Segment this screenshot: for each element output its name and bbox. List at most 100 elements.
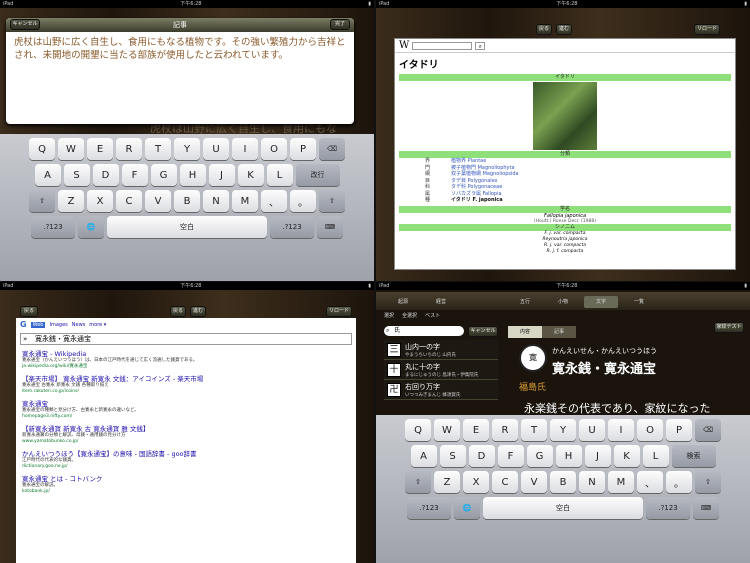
tab-content[interactable]: 内容 bbox=[508, 326, 542, 338]
tab-news[interactable]: News bbox=[72, 322, 86, 328]
key-z[interactable]: Z bbox=[434, 471, 460, 493]
key-w[interactable]: W bbox=[434, 419, 460, 441]
search-result[interactable]: 寛永通宝 - Wikipedia 寛永通宝（かんえいつうほう）は、日本の江戸時代を… bbox=[16, 347, 356, 372]
select-all-button[interactable]: 全選択 bbox=[402, 312, 417, 319]
key-a[interactable]: A bbox=[410, 445, 437, 467]
dismiss-keyboard-key[interactable]: ⌨ bbox=[317, 216, 343, 238]
tab-gogyo[interactable]: 五行 bbox=[508, 296, 542, 308]
key-q[interactable]: Q bbox=[405, 419, 431, 441]
key-y[interactable]: Y bbox=[550, 419, 576, 441]
key-comma[interactable]: 、 bbox=[261, 190, 287, 212]
cancel-button[interactable]: キャンセル bbox=[468, 326, 498, 337]
backspace-key[interactable]: ⌫ bbox=[319, 138, 345, 160]
search-result[interactable]: 【楽天市場】 寛永通宝 新寛永 文銭：アイコインズ - 楽天市場 寛永通宝 古寛永… bbox=[16, 372, 356, 397]
key-w[interactable]: W bbox=[58, 138, 84, 160]
space-key[interactable]: 空白 bbox=[107, 216, 267, 238]
shift-key[interactable]: ⇧ bbox=[405, 471, 431, 493]
back-button[interactable]: 戻る bbox=[536, 24, 552, 35]
numbers-key-right[interactable]: .?123 bbox=[646, 497, 690, 519]
key-b[interactable]: B bbox=[174, 190, 200, 212]
search-input[interactable]: 寛永銭・寛永通宝 » bbox=[20, 333, 352, 345]
key-h[interactable]: H bbox=[179, 164, 206, 186]
search-icon[interactable]: ⌕ bbox=[475, 41, 486, 50]
shift-key-right[interactable]: ⇧ bbox=[695, 471, 721, 493]
key-g[interactable]: G bbox=[526, 445, 553, 467]
backspace-key[interactable]: ⌫ bbox=[695, 419, 721, 441]
key-l[interactable]: L bbox=[642, 445, 669, 467]
tab-web[interactable]: Web bbox=[30, 321, 46, 328]
key-y[interactable]: Y bbox=[174, 138, 200, 160]
key-k[interactable]: K bbox=[237, 164, 264, 186]
key-period[interactable]: 。 bbox=[290, 190, 316, 212]
key-p[interactable]: P bbox=[666, 419, 692, 441]
key-h[interactable]: H bbox=[555, 445, 582, 467]
result-title[interactable]: 【新寛永通寳 新寛永 古 寛永通寳 雅 文銭】 bbox=[22, 425, 350, 433]
search-result[interactable]: かんえいつうほう【寛永通宝】の意味 - 国語辞書 - goo辞書 江戸時代の代表的… bbox=[16, 447, 356, 472]
key-p[interactable]: P bbox=[290, 138, 316, 160]
key-c[interactable]: C bbox=[116, 190, 142, 212]
key-n[interactable]: N bbox=[579, 471, 605, 493]
wiki-search-input[interactable] bbox=[412, 41, 473, 50]
key-l[interactable]: L bbox=[266, 164, 293, 186]
key-a[interactable]: A bbox=[34, 164, 61, 186]
list-item[interactable]: 卍右回り万字 いつつみぎまんじ 蜂須賀氏 bbox=[384, 380, 498, 400]
key-x[interactable]: X bbox=[87, 190, 113, 212]
back-button[interactable]: 戻る bbox=[170, 306, 186, 317]
tab-article[interactable]: 記事 bbox=[542, 326, 576, 338]
key-i[interactable]: I bbox=[232, 138, 258, 160]
key-q[interactable]: Q bbox=[29, 138, 55, 160]
key-u[interactable]: U bbox=[203, 138, 229, 160]
key-d[interactable]: D bbox=[92, 164, 119, 186]
key-period[interactable]: 。 bbox=[666, 471, 692, 493]
tab-more[interactable]: more ▾ bbox=[89, 322, 106, 328]
search-result[interactable]: 【新寛永通寳 新寛永 古 寛永通寳 雅 文銭】 新寛永通寳の分類と解説、母銭・通用… bbox=[16, 422, 356, 447]
kamon-search-input[interactable]: ⌕ 氏 bbox=[384, 326, 464, 336]
key-b[interactable]: B bbox=[550, 471, 576, 493]
tab-characters[interactable]: 文字 bbox=[584, 296, 618, 308]
key-c[interactable]: C bbox=[492, 471, 518, 493]
reload-button[interactable]: リロード bbox=[326, 306, 352, 317]
select-button[interactable]: 選択 bbox=[384, 312, 394, 319]
key-o[interactable]: O bbox=[261, 138, 287, 160]
numbers-key[interactable]: .?123 bbox=[407, 497, 451, 519]
key-n[interactable]: N bbox=[203, 190, 229, 212]
result-title[interactable]: かんえいつうほう【寛永通宝】の意味 - 国語辞書 - goo辞書 bbox=[22, 450, 350, 458]
dismiss-keyboard-key[interactable]: ⌨ bbox=[693, 497, 719, 519]
key-r[interactable]: R bbox=[492, 419, 518, 441]
key-j[interactable]: J bbox=[208, 164, 235, 186]
key-f[interactable]: F bbox=[497, 445, 524, 467]
result-title[interactable]: 寛永通宝 とは - コトバンク bbox=[22, 475, 350, 483]
tab-list[interactable]: 一覧 bbox=[622, 296, 656, 308]
search-result[interactable]: 寛永通宝 寛永通宝の種類と見分け方、古寛永と新寛永の違いなど。 homepage3.… bbox=[16, 397, 356, 422]
key-t[interactable]: T bbox=[521, 419, 547, 441]
key-e[interactable]: E bbox=[87, 138, 113, 160]
key-g[interactable]: G bbox=[150, 164, 177, 186]
key-i[interactable]: I bbox=[608, 419, 634, 441]
tab-items[interactable]: 小物 bbox=[546, 296, 580, 308]
search-key[interactable]: 検索 bbox=[671, 445, 716, 467]
key-r[interactable]: R bbox=[116, 138, 142, 160]
space-key[interactable]: 空白 bbox=[483, 497, 643, 519]
key-f[interactable]: F bbox=[121, 164, 148, 186]
list-item[interactable]: 三山内一の字 やまうちいちのじ 山内氏 bbox=[384, 340, 498, 360]
key-v[interactable]: V bbox=[145, 190, 171, 212]
kamon-test-button[interactable]: 家紋テスト bbox=[714, 322, 744, 333]
globe-key[interactable]: 🌐 bbox=[454, 497, 480, 519]
list-item[interactable]: 十丸に十の字 まるにじゅうのじ 島津氏・伊集院氏 bbox=[384, 360, 498, 380]
key-e[interactable]: E bbox=[463, 419, 489, 441]
shift-key-right[interactable]: ⇧ bbox=[319, 190, 345, 212]
tab-images[interactable]: Images bbox=[49, 322, 67, 328]
result-title[interactable]: 寛永通宝 - Wikipedia bbox=[22, 350, 350, 358]
key-z[interactable]: Z bbox=[58, 190, 84, 212]
note-text-area[interactable]: 虎杖は山野に広く自生し、食用にもなる植物です。その強い繁殖力から吉祥とされ、未開… bbox=[6, 32, 354, 66]
key-t[interactable]: T bbox=[145, 138, 171, 160]
forward-button[interactable]: 進む bbox=[190, 306, 206, 317]
key-k[interactable]: K bbox=[613, 445, 640, 467]
key-s[interactable]: S bbox=[63, 164, 90, 186]
tab-management[interactable]: 経営 bbox=[424, 296, 458, 308]
tab-origin[interactable]: 起源 bbox=[386, 296, 420, 308]
left-button[interactable]: 戻る bbox=[20, 306, 38, 317]
globe-key[interactable]: 🌐 bbox=[78, 216, 104, 238]
key-s[interactable]: S bbox=[439, 445, 466, 467]
numbers-key-right[interactable]: .?123 bbox=[270, 216, 314, 238]
